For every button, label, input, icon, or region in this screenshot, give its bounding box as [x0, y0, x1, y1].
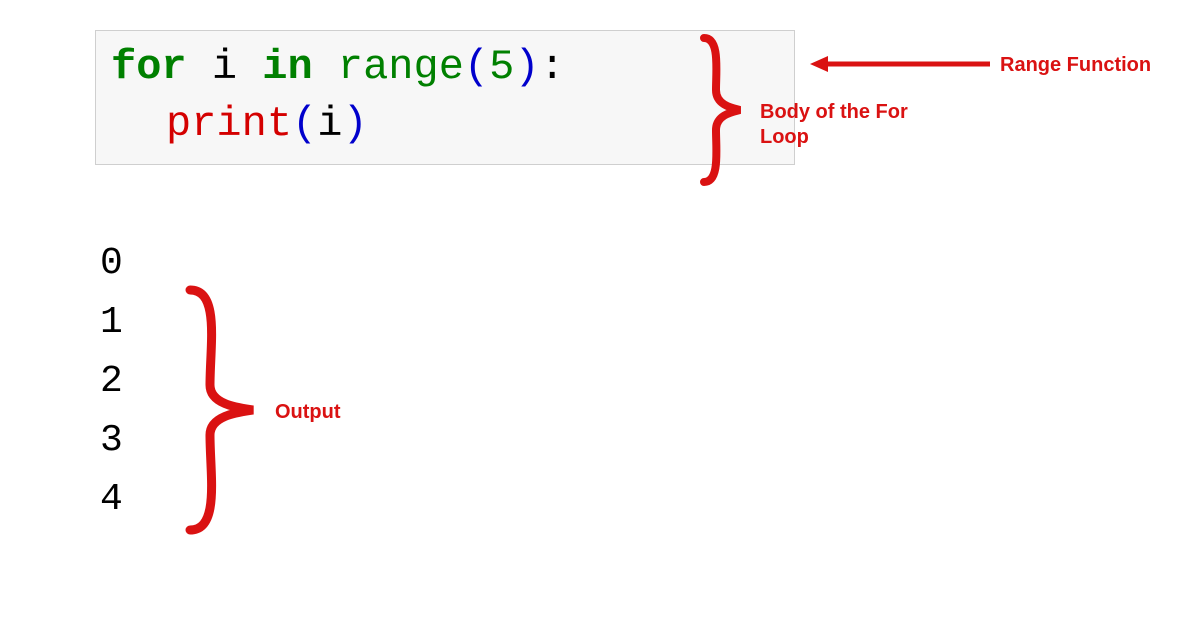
output-line: 3 — [100, 412, 123, 471]
variable-i: i — [187, 43, 263, 91]
keyword-for: for — [111, 43, 187, 91]
label-output: Output — [275, 400, 341, 425]
brace-body-icon — [692, 30, 752, 190]
function-print: print — [166, 100, 292, 148]
close-paren-2: ) — [342, 100, 367, 148]
open-paren-2: ( — [292, 100, 317, 148]
arrow-range-icon — [810, 52, 990, 76]
space — [313, 43, 338, 91]
output-line: 1 — [100, 294, 123, 353]
function-range: range — [338, 43, 464, 91]
label-range-function: Range Function — [1000, 53, 1151, 78]
code-line-1: for i in range(5): — [111, 39, 779, 96]
close-paren: ) — [514, 43, 539, 91]
output-block: 0 1 2 3 4 — [100, 235, 123, 529]
output-line: 4 — [100, 471, 123, 530]
keyword-in: in — [262, 43, 312, 91]
code-line-2: print(i) — [111, 96, 779, 153]
open-paren: ( — [464, 43, 489, 91]
label-body: Body of the For Loop — [760, 100, 920, 150]
code-block: for i in range(5): print(i) — [95, 30, 795, 165]
arg-5: 5 — [489, 43, 514, 91]
colon: : — [540, 43, 565, 91]
output-line: 2 — [100, 353, 123, 412]
brace-output-icon — [175, 280, 265, 540]
arg-i: i — [317, 100, 342, 148]
output-line: 0 — [100, 235, 123, 294]
